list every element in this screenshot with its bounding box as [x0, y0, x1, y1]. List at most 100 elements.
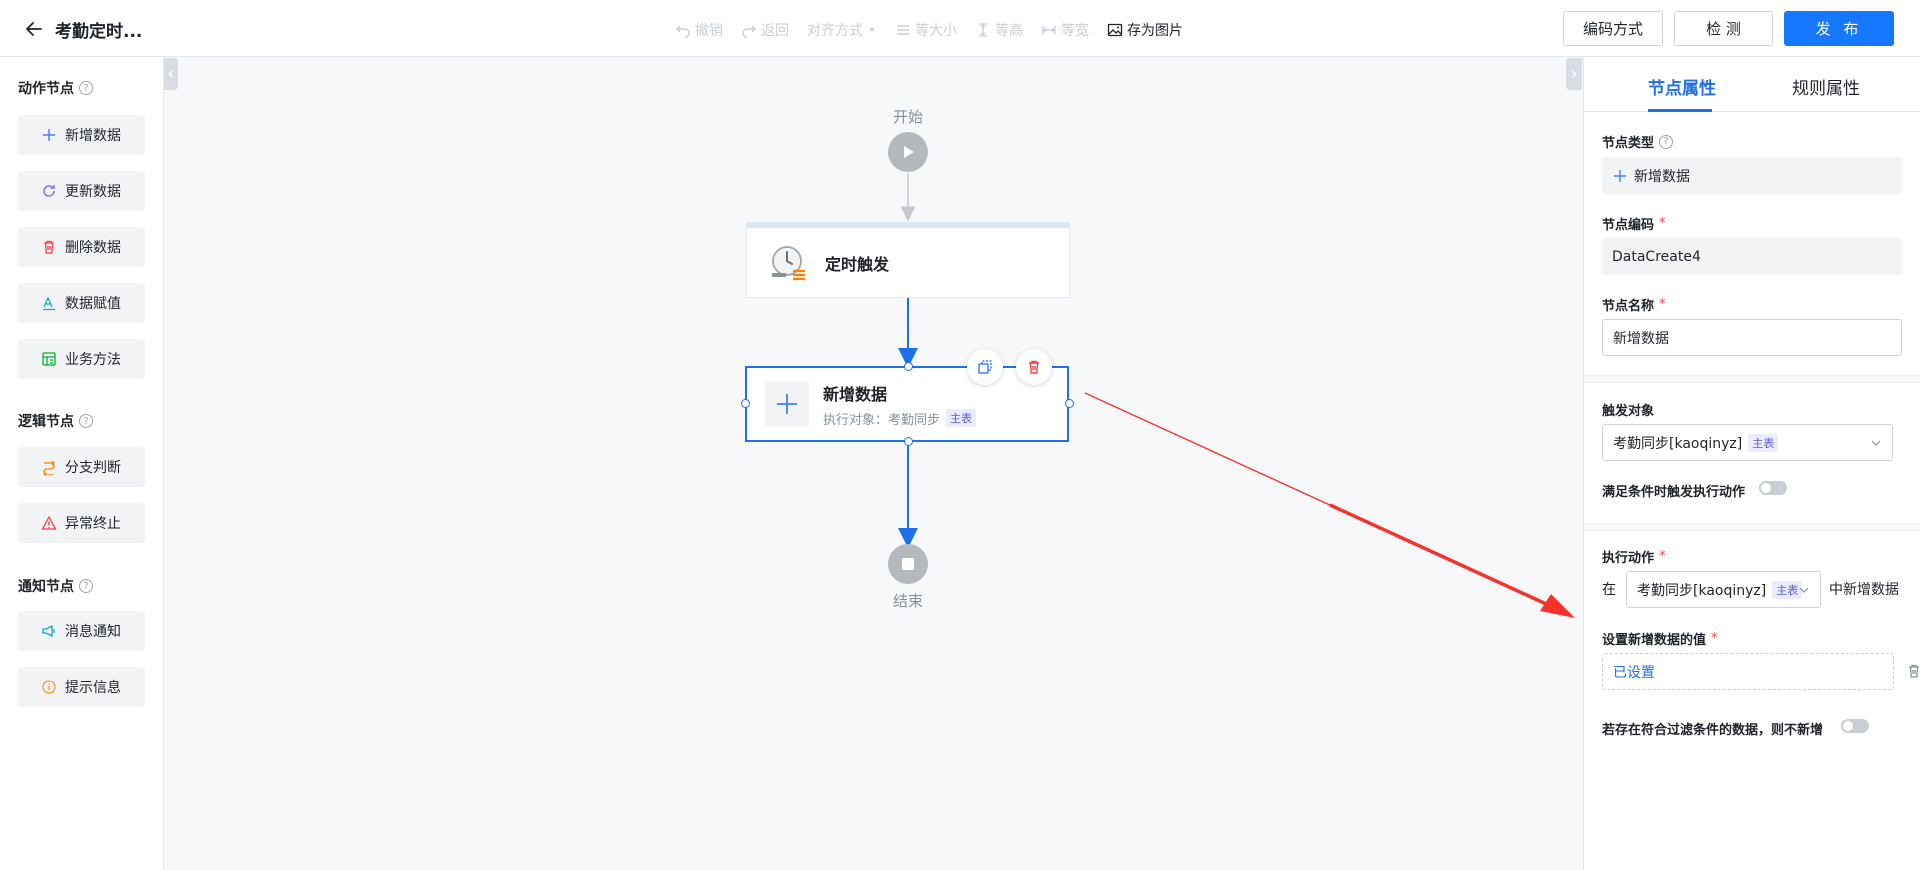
- palette-item-abort[interactable]: 异常终止: [18, 503, 145, 543]
- chevron-down-icon: [1871, 440, 1881, 446]
- chevron-down-icon: [1799, 587, 1809, 593]
- collapse-left-panel-button[interactable]: [164, 58, 178, 90]
- section-title-notify: 通知节点 ?: [18, 576, 93, 596]
- node-type-field: 新增数据: [1602, 157, 1902, 194]
- align-label: 对齐方式: [807, 23, 863, 39]
- end-node[interactable]: [888, 544, 928, 584]
- redo-button[interactable]: 返回: [741, 20, 789, 40]
- undo-button[interactable]: 撤销: [675, 20, 723, 40]
- action-node-icon-box: [765, 382, 809, 426]
- flow-canvas[interactable]: [164, 57, 1583, 870]
- connect-handle-bottom[interactable]: [904, 437, 913, 446]
- trigger-object-value: 考勤同步[kaoqinyz]: [1613, 435, 1743, 452]
- same-size-button[interactable]: 等大小: [895, 20, 957, 40]
- palette-item-business-method[interactable]: 业务方法: [18, 339, 145, 379]
- set-values-label-row: 设置新增数据的值 *: [1602, 629, 1718, 648]
- trigger-object-select[interactable]: 考勤同步[kaoqinyz] 主表: [1602, 424, 1893, 461]
- palette-item-create-data[interactable]: 新增数据: [18, 115, 145, 155]
- node-type-label: 节点类型: [1602, 136, 1655, 151]
- encoding-button[interactable]: 编码方式: [1562, 11, 1663, 46]
- action-node-title: 新增数据: [823, 384, 888, 404]
- same-height-label: 等高: [995, 23, 1023, 39]
- same-width-button[interactable]: 等宽: [1041, 20, 1089, 40]
- section-title-notify-label: 通知节点: [18, 579, 74, 595]
- panel-tabs: 节点属性 规则属性: [1584, 57, 1920, 112]
- back-arrow-icon[interactable]: [22, 17, 46, 41]
- palette-item-label: 提示信息: [65, 680, 121, 696]
- required-mark: *: [1659, 549, 1666, 564]
- trash-icon: [44, 240, 54, 254]
- active-tab-indicator: [1648, 109, 1712, 112]
- trigger-node-title: 定时触发: [825, 254, 890, 274]
- required-mark: *: [1659, 216, 1666, 231]
- delete-node-button[interactable]: [1016, 349, 1052, 385]
- node-code-field: DataCreate4: [1602, 238, 1902, 275]
- image-icon: [1107, 23, 1123, 37]
- action-target-value: 考勤同步[kaoqinyz]: [1637, 582, 1767, 599]
- align-dropdown[interactable]: 对齐方式: [807, 20, 877, 40]
- node-name-label-row: 节点名称 *: [1602, 295, 1666, 314]
- connect-handle-right[interactable]: [1065, 399, 1074, 408]
- skip-existing-label: 若存在符合过滤条件的数据，则不新增: [1602, 723, 1824, 738]
- info-icon: [42, 680, 56, 694]
- skip-existing-toggle[interactable]: [1841, 719, 1869, 733]
- warning-icon: [41, 516, 57, 530]
- clock-schedule-icon: [772, 245, 805, 280]
- trash-icon[interactable]: [1906, 663, 1920, 679]
- trigger-node-timer[interactable]: 定时触发: [746, 222, 1070, 298]
- palette-item-label: 消息通知: [65, 624, 121, 640]
- trigger-condition-label: 满足条件时触发执行动作: [1602, 485, 1746, 500]
- palette-item-message-notify[interactable]: 消息通知: [18, 611, 145, 651]
- set-values-field[interactable]: 已设置: [1602, 653, 1894, 690]
- save-image-button[interactable]: 存为图片: [1107, 20, 1183, 40]
- calculator-icon: [42, 352, 56, 366]
- section-title-action: 动作节点 ?: [18, 78, 93, 98]
- set-values-value: 已设置: [1613, 664, 1655, 681]
- palette-item-label: 分支判断: [65, 460, 121, 476]
- plus-icon: [1614, 169, 1626, 182]
- palette-item-branch[interactable]: 分支判断: [18, 447, 145, 487]
- redo-icon: [742, 25, 756, 38]
- required-mark: *: [1659, 297, 1666, 312]
- node-type-label-row: 节点类型 ?: [1602, 132, 1674, 151]
- tab-node-properties[interactable]: 节点属性: [1648, 74, 1716, 99]
- connect-handle-left[interactable]: [741, 399, 750, 408]
- redo-label: 返回: [761, 23, 789, 39]
- detect-button[interactable]: 检 测: [1674, 11, 1773, 46]
- palette-item-label: 异常终止: [65, 516, 121, 532]
- same-width-icon: [1042, 26, 1056, 34]
- save-image-label: 存为图片: [1127, 23, 1183, 39]
- start-label: 开始: [892, 108, 923, 126]
- help-icon[interactable]: ?: [79, 81, 93, 95]
- stop-icon: [902, 558, 914, 570]
- publish-button[interactable]: 发 布: [1784, 11, 1894, 46]
- same-height-button[interactable]: 等高: [975, 20, 1023, 40]
- action-suffix-text: 中新增数据: [1829, 582, 1899, 598]
- same-height-icon: [979, 23, 987, 37]
- node-name-label: 节点名称: [1602, 299, 1655, 314]
- start-node[interactable]: [888, 132, 928, 172]
- action-node-subtitle: 执行对象：考勤同步: [823, 412, 941, 428]
- action-target-select[interactable]: 考勤同步[kaoqinyz] 主表: [1626, 571, 1821, 608]
- set-values-label: 设置新增数据的值: [1602, 633, 1707, 648]
- palette-item-update-data[interactable]: 更新数据: [18, 171, 145, 211]
- help-icon[interactable]: ?: [79, 579, 93, 593]
- help-icon[interactable]: ?: [1659, 134, 1674, 149]
- copy-node-button[interactable]: [967, 349, 1003, 385]
- palette-item-assign-data[interactable]: 数据赋值: [18, 283, 145, 323]
- tab-rule-properties[interactable]: 规则属性: [1792, 74, 1860, 99]
- palette-item-tip-info[interactable]: 提示信息: [18, 667, 145, 707]
- trigger-condition-toggle[interactable]: [1759, 481, 1787, 495]
- node-name-input[interactable]: 新增数据: [1602, 319, 1902, 356]
- help-icon[interactable]: ?: [79, 414, 93, 428]
- header-actions: 编码方式 检 测 发 布: [1562, 11, 1894, 46]
- node-code-label-row: 节点编码 *: [1602, 214, 1666, 233]
- section-title-action-label: 动作节点: [18, 81, 74, 97]
- undo-label: 撤销: [695, 23, 723, 39]
- collapse-right-panel-button[interactable]: [1566, 58, 1582, 90]
- connect-handle-top[interactable]: [904, 362, 913, 371]
- megaphone-icon: [42, 625, 55, 637]
- palette-item-delete-data[interactable]: 删除数据: [18, 227, 145, 267]
- refresh-icon: [43, 185, 55, 197]
- palette-item-label: 删除数据: [65, 240, 121, 256]
